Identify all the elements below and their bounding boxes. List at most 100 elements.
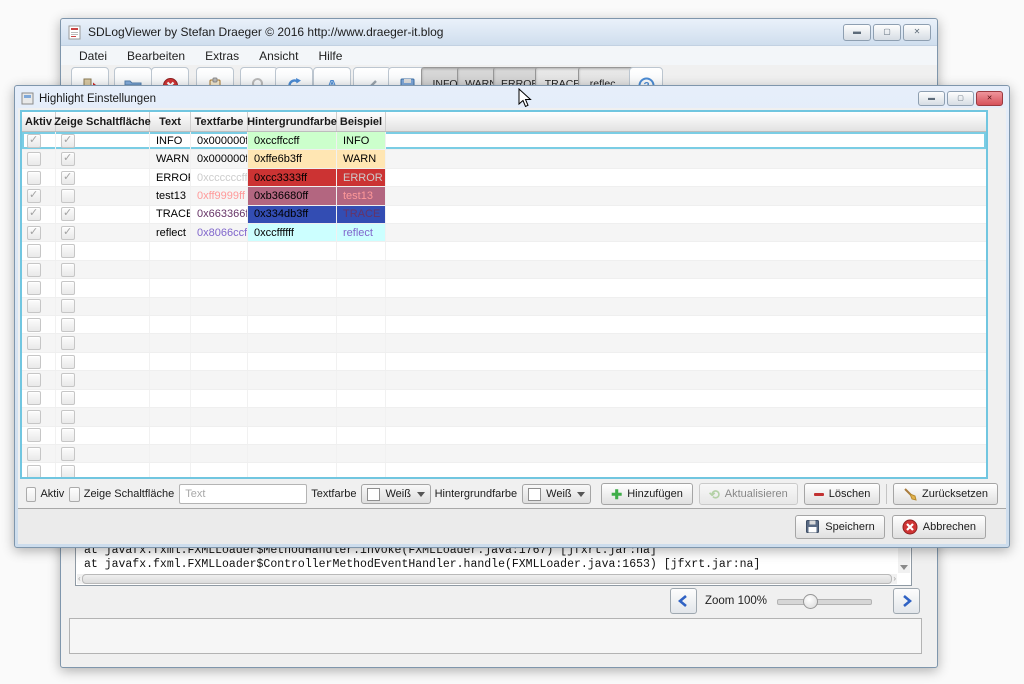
table-row[interactable] [22, 242, 986, 260]
add-button[interactable]: ✚Hinzufügen [601, 483, 693, 505]
zeige-checkbox[interactable] [61, 244, 75, 258]
menu-hilfe[interactable]: Hilfe [310, 48, 350, 64]
zeige-checkbox[interactable] [61, 171, 75, 185]
zeige-checkbox[interactable] [61, 447, 75, 461]
table-row[interactable] [22, 353, 986, 371]
aktiv-checkbox[interactable] [27, 318, 41, 332]
aktiv-checkbox[interactable] [27, 428, 41, 442]
zoom-prev-button[interactable] [670, 588, 697, 614]
zeige-checkbox[interactable] [61, 189, 75, 203]
aktiv-checkbox[interactable] [27, 134, 41, 148]
cell-hintergrundfarbe: 0xffe6b3ff [248, 150, 337, 167]
aktiv-checkbox[interactable] [27, 336, 41, 350]
zeige-checkbox[interactable] [61, 299, 75, 313]
dialog-minimize-icon[interactable]: ▬ [918, 91, 945, 106]
delete-button[interactable]: Löschen [804, 483, 881, 505]
aktiv-checkbox[interactable] [27, 355, 41, 369]
table-row[interactable]: test13 0xff9999ff 0xb36680ff test13 [22, 187, 986, 205]
scroll-left-icon[interactable]: ‹ [77, 574, 82, 584]
aktiv-checkbox[interactable] [27, 189, 41, 203]
slider-thumb[interactable] [803, 594, 818, 609]
zeige-checkbox[interactable] [61, 373, 75, 387]
table-row[interactable]: INFO 0x000000ff 0xccffccff INFO [22, 132, 986, 150]
aktiv-checkbox[interactable] [27, 410, 41, 424]
zeige-checkbox[interactable] [61, 336, 75, 350]
aktiv-checkbox[interactable] [27, 152, 41, 166]
aktiv-checkbox[interactable] [27, 447, 41, 461]
save-button[interactable]: Speichern [795, 515, 885, 539]
table-row[interactable] [22, 427, 986, 445]
text-input[interactable] [179, 484, 307, 504]
header-aktiv[interactable]: Aktiv [22, 112, 56, 131]
zeige-checkbox[interactable] [61, 152, 75, 166]
zeige-checkbox[interactable] [61, 226, 75, 240]
dialog-close-icon[interactable]: ✕ [976, 91, 1003, 106]
scroll-down-icon[interactable] [898, 561, 910, 573]
zoom-slider[interactable] [777, 594, 872, 608]
maximize-icon[interactable]: ▢ [873, 24, 901, 41]
zeige-checkbox[interactable] [61, 318, 75, 332]
scrollbar-thumb[interactable] [82, 574, 893, 584]
cell-beispiel [337, 408, 386, 425]
cancel-button[interactable]: Abbrechen [892, 515, 986, 539]
table-row[interactable]: reflect 0x8066ccff 0xccffffff reflect [22, 224, 986, 242]
header-textfarbe[interactable]: Textfarbe [191, 112, 248, 131]
zeige-checkbox[interactable] [61, 391, 75, 405]
textfarbe-select[interactable]: Weiß [361, 484, 430, 504]
zeige-checkbox[interactable] [61, 355, 75, 369]
cell-filler [386, 261, 986, 278]
table-row[interactable] [22, 445, 986, 463]
menu-bearbeiten[interactable]: Bearbeiten [119, 48, 193, 64]
header-text[interactable]: Text [150, 112, 191, 131]
hintergrund-select[interactable]: Weiß [522, 484, 591, 504]
menu-ansicht[interactable]: Ansicht [251, 48, 306, 64]
table-row[interactable] [22, 371, 986, 389]
aktiv-checkbox[interactable] [27, 373, 41, 387]
cell-filler [386, 334, 986, 351]
menu-extras[interactable]: Extras [197, 48, 247, 64]
table-row[interactable] [22, 334, 986, 352]
aktiv-checkbox[interactable] [27, 391, 41, 405]
zeige-checkbox[interactable] [61, 465, 75, 479]
minimize-icon[interactable]: ▬ [843, 24, 871, 41]
table-row[interactable]: TRACE 0x663366ff 0x334db3ff TRACE [22, 206, 986, 224]
aktiv-checkbox[interactable] [27, 465, 41, 479]
aktiv-checkbox[interactable] [27, 207, 41, 221]
table-row[interactable]: WARN 0x000000ff 0xffe6b3ff WARN [22, 150, 986, 168]
table-row[interactable] [22, 261, 986, 279]
menu-datei[interactable]: Datei [71, 48, 115, 64]
dialog-maximize-icon[interactable]: ▢ [947, 91, 974, 106]
aktiv-checkbox[interactable] [27, 281, 41, 295]
aktiv-checkbox[interactable] [27, 244, 41, 258]
zeige-checkbox[interactable] [61, 134, 75, 148]
table-row[interactable] [22, 279, 986, 297]
table-row[interactable] [22, 390, 986, 408]
reset-button[interactable]: Zurücksetzen [893, 483, 998, 505]
aktiv-checkbox-input[interactable] [26, 487, 36, 502]
aktiv-checkbox[interactable] [27, 299, 41, 313]
zeige-checkbox[interactable] [61, 410, 75, 424]
scroll-right-icon[interactable]: › [892, 574, 897, 584]
aktiv-checkbox[interactable] [27, 171, 41, 185]
zeige-checkbox[interactable] [61, 428, 75, 442]
header-zeige-schaltflaeche[interactable]: Zeige Schaltfläche [56, 112, 150, 131]
header-hintergrundfarbe[interactable]: Hintergrundfarbe [248, 112, 337, 131]
table-row[interactable] [22, 408, 986, 426]
zeige-checkbox[interactable] [61, 207, 75, 221]
zeige-checkbox[interactable] [61, 263, 75, 277]
table-row[interactable] [22, 463, 986, 479]
zeige-checkbox[interactable] [61, 281, 75, 295]
update-button[interactable]: ⟲Aktualisieren [699, 483, 798, 505]
aktiv-checkbox[interactable] [27, 226, 41, 240]
header-beispiel[interactable]: Beispiel [337, 112, 386, 131]
zeige-checkbox-input[interactable] [69, 487, 79, 502]
slider-track[interactable] [777, 599, 872, 605]
table-row[interactable] [22, 298, 986, 316]
aktiv-checkbox[interactable] [27, 263, 41, 277]
cell-text [150, 334, 191, 351]
table-row[interactable]: ERROR 0xccccccff 0xcc3333ff ERROR [22, 169, 986, 187]
zoom-next-button[interactable] [893, 588, 920, 614]
close-icon[interactable]: ✕ [903, 24, 931, 41]
horizontal-scrollbar[interactable]: ‹ › [77, 574, 897, 584]
table-row[interactable] [22, 316, 986, 334]
